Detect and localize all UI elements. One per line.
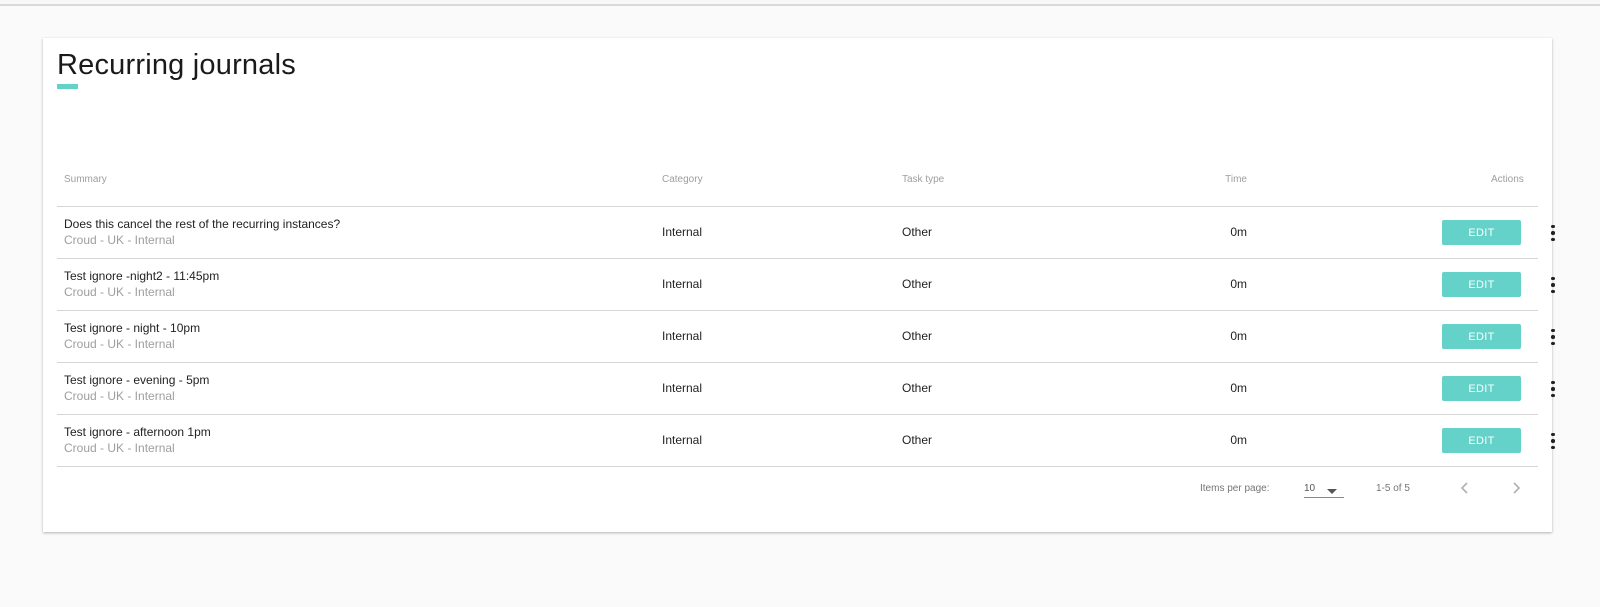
row-task-type: Other (902, 277, 933, 291)
row-summary: Does this cancel the rest of the recurri… (64, 217, 341, 231)
table-row[interactable]: Test ignore - evening - 5pm Croud - UK -… (57, 363, 1555, 415)
row-time: 0m (1230, 225, 1247, 239)
row-summary: Test ignore - night - 10pm (64, 321, 201, 335)
more-vert-icon[interactable] (1547, 325, 1559, 349)
row-category: Internal (662, 433, 703, 447)
header-category[interactable]: Category (662, 174, 703, 185)
more-vert-icon[interactable] (1547, 429, 1559, 453)
edit-button[interactable]: EDIT (1442, 272, 1521, 297)
table-row[interactable]: Does this cancel the rest of the recurri… (57, 207, 1555, 259)
row-summary: Test ignore - evening - 5pm (64, 373, 210, 387)
header-time[interactable]: Time (1207, 174, 1247, 185)
row-client: Croud - UK - Internal (64, 285, 175, 299)
row-time: 0m (1230, 381, 1247, 395)
row-category: Internal (662, 225, 703, 239)
header-summary[interactable]: Summary (64, 174, 107, 185)
row-client: Croud - UK - Internal (64, 441, 175, 455)
header-task-type[interactable]: Task type (902, 174, 944, 185)
more-vert-icon[interactable] (1547, 377, 1559, 401)
items-per-page-label: Items per page: (1200, 483, 1270, 494)
row-category: Internal (662, 381, 703, 395)
row-task-type: Other (902, 225, 933, 239)
edit-button[interactable]: EDIT (1442, 428, 1521, 453)
row-time: 0m (1230, 277, 1247, 291)
row-time: 0m (1230, 433, 1247, 447)
title-accent-bar (57, 84, 78, 89)
row-client: Croud - UK - Internal (64, 389, 175, 403)
edit-button[interactable]: EDIT (1442, 324, 1521, 349)
row-category: Internal (662, 329, 703, 343)
edit-button[interactable]: EDIT (1442, 376, 1521, 401)
row-summary: Test ignore - afternoon 1pm (64, 425, 211, 439)
row-category: Internal (662, 277, 703, 291)
row-summary: Test ignore -night2 - 11:45pm (64, 269, 220, 283)
dropdown-caret-icon (1327, 489, 1337, 494)
header-actions: Actions (1491, 174, 1524, 185)
table-header-row: Summary Category Task type Time Actions (57, 158, 1538, 207)
paginator: Items per page: 10 1-5 of 5 (43, 478, 1552, 518)
edit-button[interactable]: EDIT (1442, 220, 1521, 245)
page-title: Recurring journals (57, 49, 296, 81)
recurring-journals-card: Recurring journals Summary Category Task… (43, 38, 1555, 532)
table-row[interactable]: Test ignore - night - 10pm Croud - UK - … (57, 311, 1555, 363)
items-per-page-select[interactable]: 10 (1304, 478, 1344, 498)
row-task-type: Other (902, 433, 933, 447)
page-range-label: 1-5 of 5 (1376, 483, 1410, 494)
items-per-page-value: 10 (1304, 483, 1316, 494)
row-task-type: Other (902, 381, 933, 395)
chevron-left-icon[interactable] (1457, 480, 1473, 496)
row-time: 0m (1230, 329, 1247, 343)
journals-table: Summary Category Task type Time Actions … (57, 158, 1555, 467)
table-row[interactable]: Test ignore - afternoon 1pm Croud - UK -… (57, 415, 1555, 467)
row-client: Croud - UK - Internal (64, 337, 175, 351)
table-row[interactable]: Test ignore -night2 - 11:45pm Croud - UK… (57, 259, 1555, 311)
row-task-type: Other (902, 329, 933, 343)
more-vert-icon[interactable] (1547, 273, 1559, 297)
row-client: Croud - UK - Internal (64, 233, 175, 247)
more-vert-icon[interactable] (1547, 221, 1559, 245)
top-bar-divider (0, 0, 1600, 6)
chevron-right-icon[interactable] (1508, 480, 1524, 496)
